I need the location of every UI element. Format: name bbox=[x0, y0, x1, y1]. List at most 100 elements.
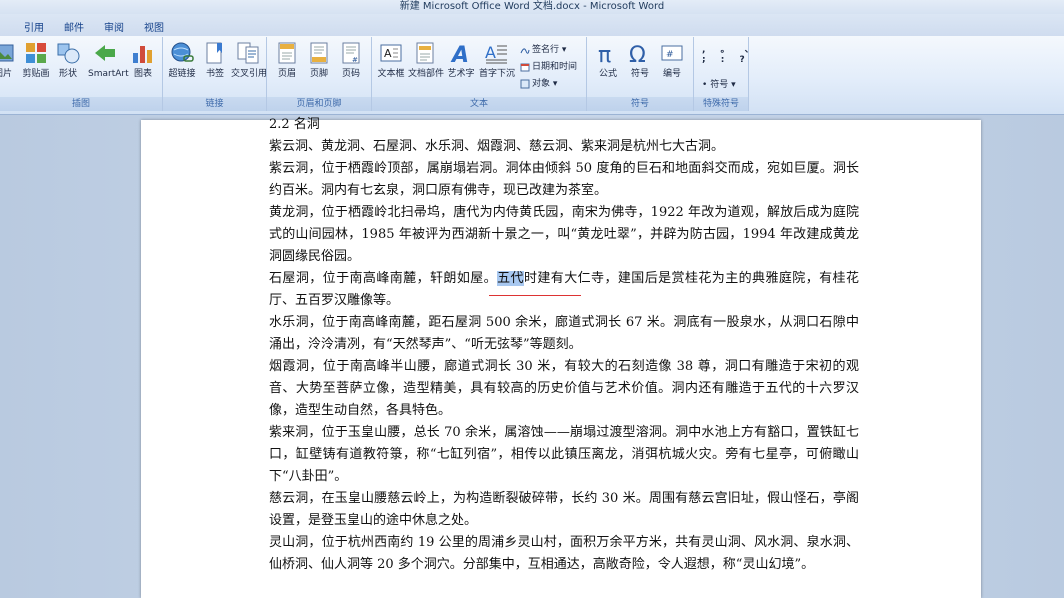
object-label: 对象 bbox=[532, 79, 551, 89]
hyperlink-button[interactable]: 超链接 bbox=[165, 39, 199, 95]
symbol-button[interactable]: Ω 符号 bbox=[623, 39, 657, 95]
svg-text:#: # bbox=[666, 50, 674, 60]
svg-text:A: A bbox=[450, 43, 469, 65]
bookmark-icon bbox=[206, 42, 222, 64]
quick-parts-button[interactable]: 文档部件 bbox=[408, 39, 445, 95]
hyperlink-label: 超链接 bbox=[168, 69, 196, 79]
bar-chart-icon bbox=[133, 46, 152, 63]
header-button[interactable]: 页眉 bbox=[270, 39, 304, 95]
omega-icon: Ω bbox=[629, 43, 646, 65]
paragraph-7: 紫来洞，位于玉皇山腰，总长 70 余米，属溶蚀——崩塌过渡型溶洞。洞中水池上方有… bbox=[269, 425, 859, 484]
group-text: A 文本框 文档部件 A 艺术字 A 首字下沉 签名行 ▾ 日期和时间 对象 ▾… bbox=[372, 37, 587, 111]
paragraph-2: 紫云洞，位于栖霞岭顶部，属崩塌岩洞。洞体由倾斜 50 度角的巨石和地面斜交而成，… bbox=[269, 161, 859, 198]
clipart-icon bbox=[26, 43, 46, 63]
group-label-links: 链接 bbox=[163, 97, 266, 111]
paragraph-8: 慈云洞，在玉皇山腰慈云岭上，为构造断裂破碎带，长约 30 米。周围有慈云宫旧址，… bbox=[269, 491, 859, 528]
picture-button[interactable]: 图片 bbox=[0, 39, 20, 95]
bookmark-button[interactable]: 书签 bbox=[198, 39, 232, 95]
signature-line-label: 签名行 bbox=[532, 45, 560, 55]
paragraph-9: 灵山洞，位于杭州西南约 19 公里的周浦乡灵山村，面积万余平方米，共有灵山洞、风… bbox=[269, 535, 859, 572]
smartart-icon bbox=[95, 45, 115, 61]
drop-cap-label: 首字下沉 bbox=[479, 69, 516, 79]
drop-cap-button[interactable]: A 首字下沉 bbox=[479, 39, 516, 95]
group-label-illustrations: 插图 bbox=[0, 97, 162, 111]
clipart-label: 剪贴画 bbox=[22, 69, 50, 79]
equation-button[interactable]: π 公式 bbox=[591, 39, 625, 95]
cross-reference-label: 交叉引用 bbox=[231, 69, 268, 79]
paragraph-5: 水乐洞，位于南高峰南麓，距石屋洞 500 余米，廊道式洞长 67 米。洞底有一股… bbox=[269, 315, 859, 352]
svg-text:π: π bbox=[598, 43, 611, 65]
page-number-button[interactable]: # 页码 bbox=[334, 39, 368, 95]
equation-label: 公式 bbox=[598, 69, 617, 79]
numbering-button[interactable]: # 编号 bbox=[655, 39, 689, 95]
shapes-label: 形状 bbox=[58, 69, 77, 79]
pi-icon: π bbox=[598, 43, 611, 65]
symbol-label: 符号 bbox=[630, 69, 649, 79]
footer-icon bbox=[310, 42, 328, 64]
wordart-button[interactable]: A 艺术字 bbox=[444, 39, 478, 95]
paragraph-1: 紫云洞、黄龙洞、石屋洞、水乐洞、烟霞洞、慈云洞、紫来洞是杭州七大古洞。 bbox=[269, 139, 725, 154]
document-page[interactable]: 2.2 名洞 紫云洞、黄龙洞、石屋洞、水乐洞、烟霞洞、慈云洞、紫来洞是杭州七大古… bbox=[141, 117, 981, 598]
paragraph-6: 烟霞洞，位于南高峰半山腰，廊道式洞长 30 米，有较大的石刻造像 38 尊，洞口… bbox=[269, 359, 859, 418]
page-number-label: 页码 bbox=[341, 69, 360, 79]
quick-parts-label: 文档部件 bbox=[408, 69, 445, 79]
group-symbols: π 公式 Ω 符号 # 编号 符号 bbox=[587, 37, 694, 111]
svg-text:A: A bbox=[485, 43, 496, 62]
tab-references[interactable]: 引用 bbox=[24, 19, 44, 34]
numbering-icon: # bbox=[661, 45, 683, 61]
tab-review[interactable]: 审阅 bbox=[104, 19, 124, 34]
calendar-icon bbox=[520, 63, 530, 71]
group-links: 超链接 书签 交叉引用 链接 bbox=[163, 37, 267, 111]
paragraph-4-start: 石屋洞，位于南高峰南麓，轩朗如屋。 bbox=[269, 271, 498, 286]
footer-button[interactable]: 页脚 bbox=[302, 39, 336, 95]
header-label: 页眉 bbox=[277, 69, 296, 79]
drop-cap-icon: A bbox=[485, 43, 507, 64]
clipart-button[interactable]: 剪贴画 bbox=[19, 39, 53, 95]
tab-view[interactable]: 视图 bbox=[144, 19, 164, 34]
quick-parts-icon bbox=[416, 42, 434, 64]
document-text[interactable]: 2.2 名洞 紫云洞、黄龙洞、石屋洞、水乐洞、烟霞洞、慈云洞、紫来洞是杭州七大古… bbox=[269, 114, 859, 576]
date-time-button[interactable]: 日期和时间 bbox=[520, 59, 577, 72]
textbox-button[interactable]: A 文本框 bbox=[374, 39, 408, 95]
tab-mailings[interactable]: 邮件 bbox=[64, 19, 84, 34]
window-title: 新建 Microsoft Office Word 文档.docx - Micro… bbox=[399, 1, 665, 12]
header-icon bbox=[278, 42, 296, 64]
group-header-footer: 页眉 页脚 # 页码 页眉和页脚 bbox=[267, 37, 372, 111]
cross-reference-icon bbox=[237, 42, 259, 64]
svg-text:A: A bbox=[384, 47, 392, 60]
shapes-icon bbox=[57, 43, 80, 64]
picture-label: 图片 bbox=[0, 69, 12, 79]
signature-icon bbox=[520, 47, 530, 54]
object-button[interactable]: 对象 ▾ bbox=[520, 76, 557, 89]
chart-label: 图表 bbox=[133, 69, 152, 79]
wordart-icon: A bbox=[450, 43, 469, 65]
ribbon-tab-bar: 引用 邮件 审阅 视图 bbox=[0, 14, 1064, 36]
signature-line-button[interactable]: 签名行 ▾ bbox=[520, 42, 566, 55]
shapes-button[interactable]: 形状 bbox=[51, 39, 85, 95]
wordart-label: 艺术字 bbox=[447, 69, 475, 79]
textbox-label: 文本框 bbox=[377, 69, 405, 79]
svg-text:#: # bbox=[352, 56, 358, 64]
group-special-symbols: , 。 、; : ? • 符号 ▾ 特殊符号 bbox=[694, 37, 754, 111]
paragraph-3: 黄龙洞，位于栖霞岭北扫帚坞，唐代为内侍黄氏园，南宋为佛寺，1922 年改为道观，… bbox=[269, 205, 859, 264]
special-symbol-grid[interactable]: , 。 、; : ? bbox=[702, 42, 760, 65]
picture-icon bbox=[0, 44, 14, 62]
title-bar: 新建 Microsoft Office Word 文档.docx - Micro… bbox=[0, 0, 1064, 14]
smartart-button[interactable]: SmartArt bbox=[88, 39, 129, 95]
group-label-special-symbols: 特殊符号 bbox=[694, 97, 748, 111]
group-label-symbols: 符号 bbox=[587, 97, 693, 111]
special-symbol-dropdown[interactable]: • 符号 ▾ bbox=[702, 77, 736, 90]
footer-label: 页脚 bbox=[309, 69, 328, 79]
heading: 2.2 名洞 bbox=[269, 117, 320, 132]
group-label-header-footer: 页眉和页脚 bbox=[267, 97, 371, 111]
chart-button[interactable]: 图表 bbox=[126, 39, 160, 95]
svg-text:Ω: Ω bbox=[629, 43, 646, 65]
group-label-text: 文本 bbox=[372, 97, 586, 111]
date-time-label: 日期和时间 bbox=[532, 62, 578, 72]
numbering-label: 编号 bbox=[662, 69, 681, 79]
special-symbol-dot-icon: • bbox=[702, 80, 708, 90]
selected-text[interactable]: 五代 bbox=[497, 271, 524, 286]
object-icon bbox=[520, 79, 530, 88]
cross-reference-button[interactable]: 交叉引用 bbox=[231, 39, 268, 95]
smartart-label: SmartArt bbox=[88, 69, 129, 79]
